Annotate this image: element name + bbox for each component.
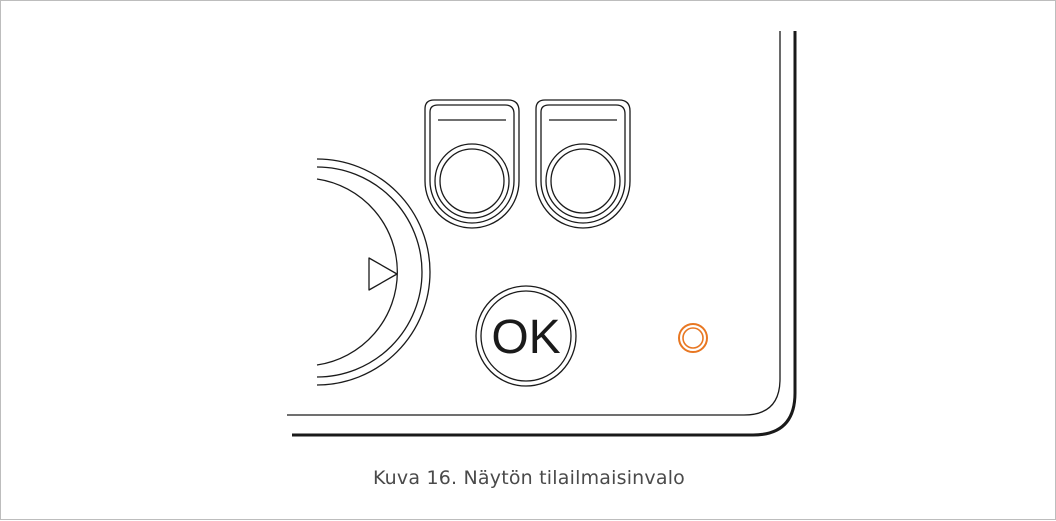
- ok-button[interactable]: OK: [475, 285, 577, 387]
- figure-caption: Kuva 16. Näytön tilailmaisinvalo: [372, 467, 686, 489]
- figure-frame: OK Kuva 16. Näytön tilailmaisinvalo: [0, 0, 1056, 520]
- indicator-led-icon: [678, 323, 708, 353]
- dial-ring-outer: [316, 158, 431, 386]
- dial-ring-inner: [316, 178, 398, 366]
- upper-button-left[interactable]: [424, 99, 520, 229]
- rotary-dial[interactable]: [316, 158, 431, 386]
- indicator-led-inner-ring: [682, 327, 704, 349]
- ok-button-label: OK: [491, 311, 560, 364]
- dial-play-arrow-icon: [368, 257, 398, 291]
- upper-button-right[interactable]: [535, 99, 631, 229]
- control-panel-illustration: OK: [287, 31, 797, 437]
